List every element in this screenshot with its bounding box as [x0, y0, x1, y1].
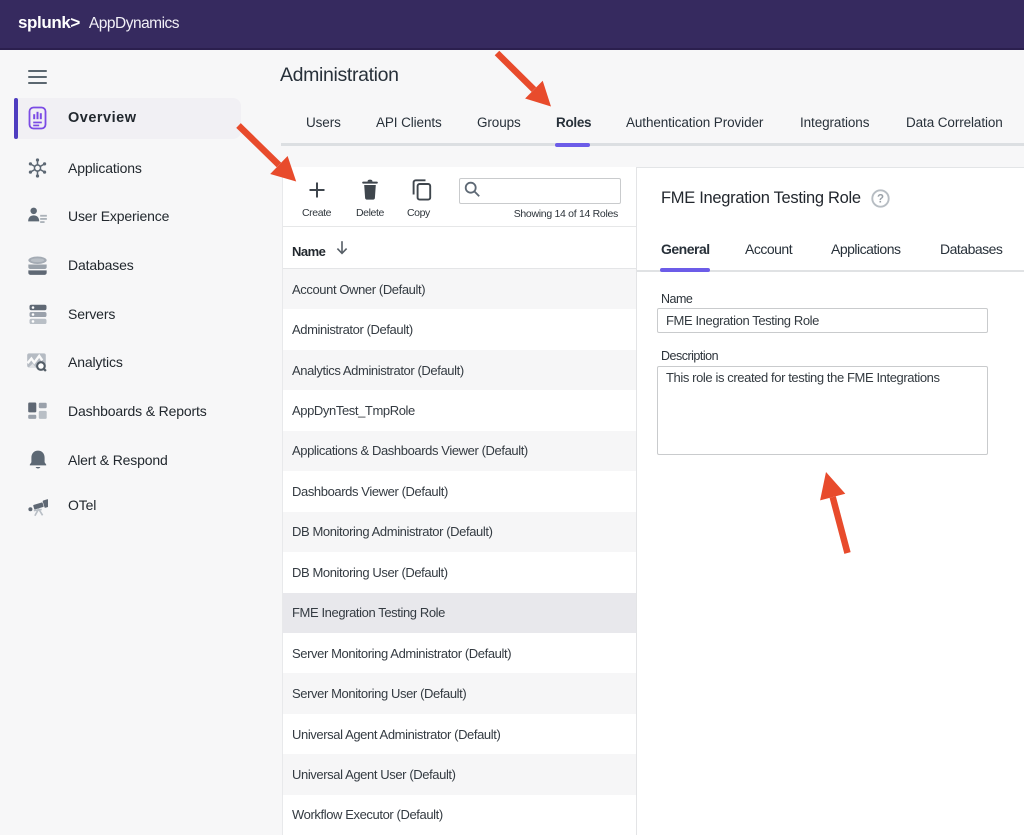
- svg-text:?: ?: [877, 194, 884, 206]
